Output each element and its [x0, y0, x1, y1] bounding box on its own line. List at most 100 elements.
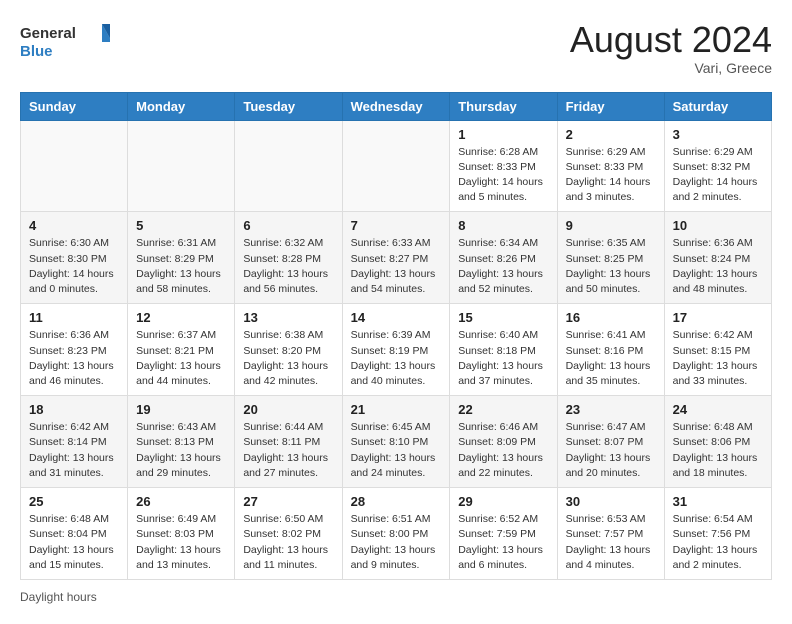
day-info: Sunrise: 6:44 AMSunset: 8:11 PMDaylight:… [243, 420, 333, 481]
week-row-3: 11 Sunrise: 6:36 AMSunset: 8:23 PMDayligh… [21, 304, 772, 396]
day-info: Sunrise: 6:34 AMSunset: 8:26 PMDaylight:… [458, 236, 548, 297]
day-number: 18 [29, 402, 119, 417]
day-number: 28 [351, 494, 442, 509]
calendar-cell: 17Sunrise: 6:42 AMSunset: 8:15 PMDayligh… [664, 304, 771, 396]
day-number: 22 [458, 402, 548, 417]
week-row-2: 4Sunrise: 6:30 AMSunset: 8:30 PMDaylight… [21, 212, 772, 304]
day-info: Sunrise: 6:38 AMSunset: 8:20 PMDaylight:… [243, 328, 333, 389]
week-row-1: 1 Sunrise: 6:28 AMSunset: 8:33 PMDaylight… [21, 120, 772, 212]
day-number: 6 [243, 218, 333, 233]
day-info: Sunrise: 6:43 AMSunset: 8:13 PMDaylight:… [136, 420, 226, 481]
weekday-header-saturday: Saturday [664, 92, 771, 120]
calendar-cell: 1 Sunrise: 6:28 AMSunset: 8:33 PMDaylight… [450, 120, 557, 212]
week-row-4: 18 Sunrise: 6:42 AMSunset: 8:14 PMDayligh… [21, 396, 772, 488]
calendar-cell: 14Sunrise: 6:39 AMSunset: 8:19 PMDayligh… [342, 304, 450, 396]
day-number: 13 [243, 310, 333, 325]
calendar-cell: 23Sunrise: 6:47 AMSunset: 8:07 PMDayligh… [557, 396, 664, 488]
calendar-cell: 31 Sunrise: 6:54 AMSunset: 7:56 PMDayligh… [664, 488, 771, 580]
calendar-cell: 16 Sunrise: 6:41 AMSunset: 8:16 PMDayligh… [557, 304, 664, 396]
calendar-cell [128, 120, 235, 212]
calendar-cell: 21Sunrise: 6:45 AMSunset: 8:10 PMDayligh… [342, 396, 450, 488]
day-info: Sunrise: 6:29 AMSunset: 8:32 PMDaylight:… [673, 145, 763, 206]
calendar-cell: 27 Sunrise: 6:50 AMSunset: 8:02 PMDayligh… [235, 488, 342, 580]
calendar-cell: 12Sunrise: 6:37 AMSunset: 8:21 PMDayligh… [128, 304, 235, 396]
weekday-header-thursday: Thursday [450, 92, 557, 120]
calendar-cell: 10 Sunrise: 6:36 AMSunset: 8:24 PMDayligh… [664, 212, 771, 304]
logo-svg: General Blue [20, 20, 110, 64]
day-number: 5 [136, 218, 226, 233]
day-number: 2 [566, 127, 656, 142]
day-info: Sunrise: 6:29 AMSunset: 8:33 PMDaylight:… [566, 145, 656, 206]
calendar-cell [21, 120, 128, 212]
day-info: Sunrise: 6:46 AMSunset: 8:09 PMDaylight:… [458, 420, 548, 481]
day-info: Sunrise: 6:50 AMSunset: 8:02 PMDaylight:… [243, 512, 333, 573]
day-number: 16 [566, 310, 656, 325]
day-number: 24 [673, 402, 763, 417]
page-header: General Blue August 2024 Vari, Greece [20, 20, 772, 76]
day-number: 8 [458, 218, 548, 233]
calendar-cell: 7 Sunrise: 6:33 AMSunset: 8:27 PMDaylight… [342, 212, 450, 304]
day-info: Sunrise: 6:51 AMSunset: 8:00 PMDaylight:… [351, 512, 442, 573]
calendar-cell: 6 Sunrise: 6:32 AMSunset: 8:28 PMDaylight… [235, 212, 342, 304]
calendar-cell: 2 Sunrise: 6:29 AMSunset: 8:33 PMDaylight… [557, 120, 664, 212]
day-info: Sunrise: 6:53 AMSunset: 7:57 PMDaylight:… [566, 512, 656, 573]
day-number: 30 [566, 494, 656, 509]
calendar-cell: 25Sunrise: 6:48 AMSunset: 8:04 PMDayligh… [21, 488, 128, 580]
day-number: 29 [458, 494, 548, 509]
day-info: Sunrise: 6:33 AMSunset: 8:27 PMDaylight:… [351, 236, 442, 297]
day-number: 1 [458, 127, 548, 142]
day-number: 20 [243, 402, 333, 417]
calendar-cell: 9 Sunrise: 6:35 AMSunset: 8:25 PMDaylight… [557, 212, 664, 304]
day-info: Sunrise: 6:30 AMSunset: 8:30 PMDaylight:… [29, 236, 119, 297]
day-number: 10 [673, 218, 763, 233]
calendar-cell: 19 Sunrise: 6:43 AMSunset: 8:13 PMDayligh… [128, 396, 235, 488]
day-number: 19 [136, 402, 226, 417]
day-number: 11 [29, 310, 119, 325]
day-number: 7 [351, 218, 442, 233]
weekday-header-wednesday: Wednesday [342, 92, 450, 120]
day-info: Sunrise: 6:28 AMSunset: 8:33 PMDaylight:… [458, 145, 548, 206]
calendar-cell: 29 Sunrise: 6:52 AMSunset: 7:59 PMDayligh… [450, 488, 557, 580]
day-info: Sunrise: 6:35 AMSunset: 8:25 PMDaylight:… [566, 236, 656, 297]
day-info: Sunrise: 6:31 AMSunset: 8:29 PMDaylight:… [136, 236, 226, 297]
svg-text:Blue: Blue [20, 43, 53, 60]
calendar-cell [235, 120, 342, 212]
calendar-cell: 5 Sunrise: 6:31 AMSunset: 8:29 PMDaylight… [128, 212, 235, 304]
day-info: Sunrise: 6:42 AMSunset: 8:14 PMDaylight:… [29, 420, 119, 481]
day-number: 31 [673, 494, 763, 509]
day-info: Sunrise: 6:49 AMSunset: 8:03 PMDaylight:… [136, 512, 226, 573]
calendar-cell: 20 Sunrise: 6:44 AMSunset: 8:11 PMDayligh… [235, 396, 342, 488]
day-number: 9 [566, 218, 656, 233]
day-info: Sunrise: 6:54 AMSunset: 7:56 PMDaylight:… [673, 512, 763, 573]
day-info: Sunrise: 6:40 AMSunset: 8:18 PMDaylight:… [458, 328, 548, 389]
calendar-cell: 11 Sunrise: 6:36 AMSunset: 8:23 PMDayligh… [21, 304, 128, 396]
day-info: Sunrise: 6:36 AMSunset: 8:24 PMDaylight:… [673, 236, 763, 297]
day-number: 26 [136, 494, 226, 509]
day-number: 27 [243, 494, 333, 509]
calendar-cell: 28 Sunrise: 6:51 AMSunset: 8:00 PMDayligh… [342, 488, 450, 580]
day-info: Sunrise: 6:45 AMSunset: 8:10 PMDaylight:… [351, 420, 442, 481]
day-number: 23 [566, 402, 656, 417]
day-info: Sunrise: 6:39 AMSunset: 8:19 PMDaylight:… [351, 328, 442, 389]
calendar-cell: 26 Sunrise: 6:49 AMSunset: 8:03 PMDayligh… [128, 488, 235, 580]
day-info: Sunrise: 6:37 AMSunset: 8:21 PMDaylight:… [136, 328, 226, 389]
day-info: Sunrise: 6:48 AMSunset: 8:06 PMDaylight:… [673, 420, 763, 481]
day-info: Sunrise: 6:41 AMSunset: 8:16 PMDaylight:… [566, 328, 656, 389]
day-info: Sunrise: 6:52 AMSunset: 7:59 PMDaylight:… [458, 512, 548, 573]
daylight-label: Daylight hours [20, 590, 97, 604]
location-subtitle: Vari, Greece [570, 60, 772, 76]
calendar-cell: 24 Sunrise: 6:48 AMSunset: 8:06 PMDayligh… [664, 396, 771, 488]
svg-text:General: General [20, 25, 76, 42]
day-number: 15 [458, 310, 548, 325]
day-info: Sunrise: 6:32 AMSunset: 8:28 PMDaylight:… [243, 236, 333, 297]
calendar-cell: 30 Sunrise: 6:53 AMSunset: 7:57 PMDayligh… [557, 488, 664, 580]
calendar-cell: 22 Sunrise: 6:46 AMSunset: 8:09 PMDayligh… [450, 396, 557, 488]
calendar-cell: 18 Sunrise: 6:42 AMSunset: 8:14 PMDayligh… [21, 396, 128, 488]
title-block: August 2024 Vari, Greece [570, 20, 772, 76]
weekday-header-sunday: Sunday [21, 92, 128, 120]
calendar-table: SundayMondayTuesdayWednesdayThursdayFrid… [20, 92, 772, 580]
day-info: Sunrise: 6:36 AMSunset: 8:23 PMDaylight:… [29, 328, 119, 389]
calendar-cell: 4Sunrise: 6:30 AMSunset: 8:30 PMDaylight… [21, 212, 128, 304]
weekday-header-friday: Friday [557, 92, 664, 120]
day-info: Sunrise: 6:48 AMSunset: 8:04 PMDaylight:… [29, 512, 119, 573]
